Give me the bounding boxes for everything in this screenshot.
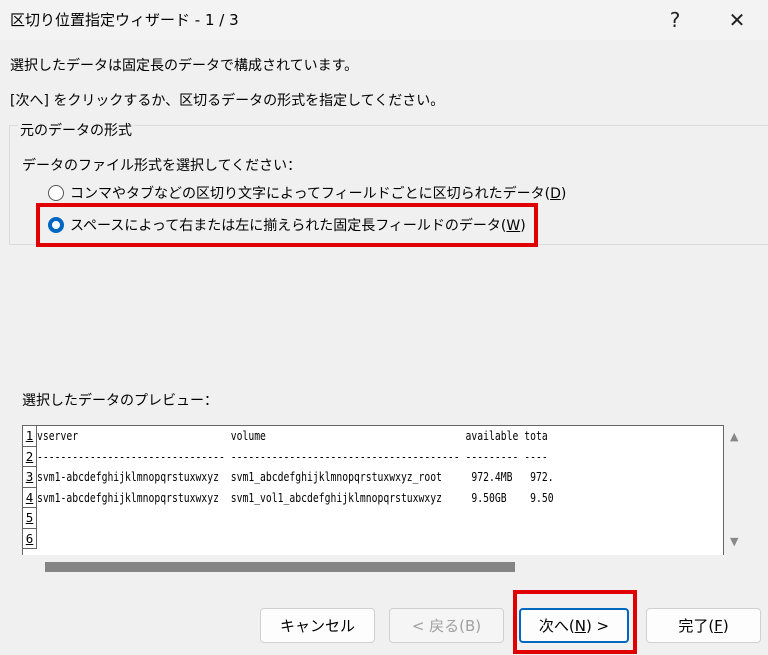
intro-line-1: 選択したデータは固定長のデータで構成されています。 <box>10 58 359 74</box>
row-text: vserver volume available tota <box>37 428 548 443</box>
row-text: svm1-abcdefghijklmnopqrstuxwxyz svm1_vol… <box>37 489 554 505</box>
row-number: 2 <box>23 446 37 467</box>
back-button[interactable]: < 戻る(B) <box>389 608 504 643</box>
intro-line-2: [次へ] をクリックするか、区切るデータの形式を指定してください。 <box>10 93 445 109</box>
row-number: 6 <box>23 528 37 549</box>
format-prompt: データのファイル形式を選択してください： <box>22 158 302 174</box>
radio-label: スペースによって右または左に揃えられた固定長フィールドのデータ(W) <box>70 218 526 234</box>
help-button[interactable]: ? <box>652 2 698 38</box>
radio-button[interactable] <box>48 185 64 201</box>
cancel-button[interactable]: キャンセル <box>260 608 375 643</box>
row-number: 4 <box>23 487 37 508</box>
group-label: 元のデータの形式 <box>18 120 134 140</box>
close-button[interactable]: ✕ <box>714 2 760 38</box>
radio-fixed-width[interactable]: スペースによって右または左に揃えられた固定長フィールドのデータ(W) <box>48 215 526 235</box>
preview-label: 選択したデータのプレビュー： <box>22 393 218 409</box>
scroll-up-icon[interactable]: ▲ <box>730 430 738 443</box>
row-number: 3 <box>23 467 37 488</box>
finish-button[interactable]: 完了(F) <box>646 608 761 643</box>
preview-row: 2 -------------------------------- ------… <box>23 446 723 467</box>
window-title: 区切り位置指定ウィザード - 1 / 3 <box>10 11 239 29</box>
horizontal-scrollbar-thumb[interactable] <box>45 562 515 572</box>
next-button[interactable]: 次へ(N) > <box>519 608 629 643</box>
preview-row: 6 <box>23 528 723 549</box>
preview-row: 4 svm1-abcdefghijklmnopqrstuxwxyz svm1_vo… <box>23 487 723 508</box>
radio-delimited[interactable]: コンマやタブなどの区切り文字によってフィールドごとに区切られたデータ(D) <box>48 183 566 203</box>
preview-row: 5 <box>23 508 723 529</box>
preview-pane[interactable]: 1 vserver volume available tota 2 ---------… <box>22 425 724 555</box>
row-number: 5 <box>23 508 37 529</box>
row-text: -------------------------------- -------… <box>37 448 548 464</box>
radio-button[interactable] <box>48 217 64 233</box>
preview-row: 3 svm1-abcdefghijklmnopqrstuxwxyz svm1_ab… <box>23 467 723 488</box>
preview-row: 1 vserver volume available tota <box>23 426 723 447</box>
radio-label: コンマやタブなどの区切り文字によってフィールドごとに区切られたデータ(D) <box>70 186 567 202</box>
scroll-down-icon[interactable]: ▼ <box>730 535 738 548</box>
row-text: svm1-abcdefghijklmnopqrstuxwxyz svm1_abc… <box>37 469 554 484</box>
row-number: 1 <box>23 426 37 447</box>
